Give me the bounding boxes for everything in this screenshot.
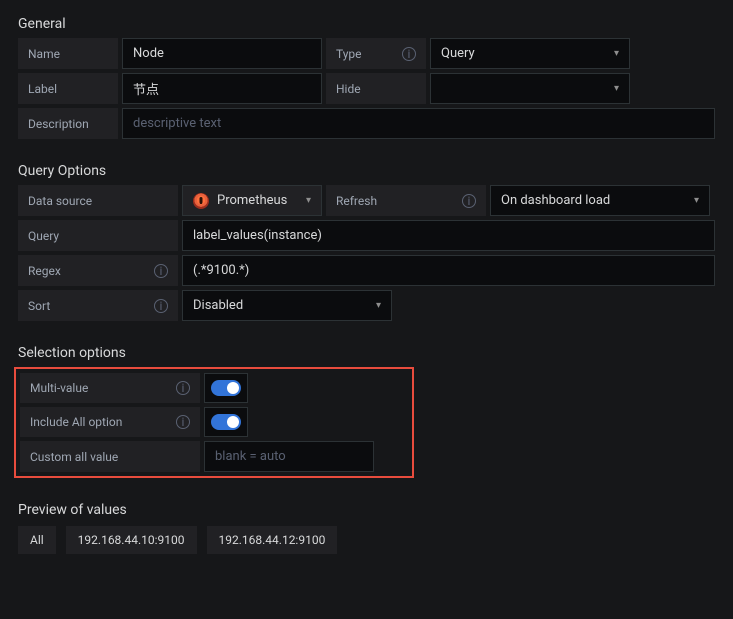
refresh-select[interactable]: On dashboard load ▾ xyxy=(490,185,710,216)
multi-value-toggle[interactable] xyxy=(211,380,241,396)
info-icon[interactable]: i xyxy=(176,381,190,395)
label-sort-text: Sort xyxy=(28,299,50,313)
datasource-select[interactable]: Prometheus ▾ xyxy=(182,185,322,216)
preview-tag[interactable]: 192.168.44.12:9100 xyxy=(207,526,338,554)
include-all-toggle[interactable] xyxy=(211,414,241,430)
multi-value-toggle-cell xyxy=(204,373,248,403)
row-name-type: Name Type i Query ▾ xyxy=(18,38,715,69)
row-label-hide: Label Hide ▾ xyxy=(18,73,715,104)
info-icon[interactable]: i xyxy=(154,299,168,313)
query-input[interactable] xyxy=(182,220,715,251)
description-input[interactable] xyxy=(122,108,715,139)
hide-select[interactable]: ▾ xyxy=(430,73,630,104)
row-description: Description xyxy=(18,108,715,139)
label-sort: Sort i xyxy=(18,290,178,321)
row-sort: Sort i Disabled ▾ xyxy=(18,290,715,321)
label-multi-value-text: Multi-value xyxy=(30,381,88,395)
section-heading-general: General xyxy=(18,16,715,32)
preview-tag[interactable]: All xyxy=(18,526,56,554)
chevron-down-icon: ▾ xyxy=(694,195,699,206)
row-multi-value: Multi-value i xyxy=(20,373,412,403)
datasource-value: Prometheus xyxy=(217,193,298,208)
sort-select-value: Disabled xyxy=(193,298,243,313)
label-regex-text: Regex xyxy=(28,264,61,278)
selection-options-highlight: Multi-value i Include All option i Custo… xyxy=(14,367,414,478)
label-datasource: Data source xyxy=(18,185,178,216)
include-all-toggle-cell xyxy=(204,407,248,437)
label-include-all-text: Include All option xyxy=(30,415,122,429)
info-icon[interactable]: i xyxy=(462,194,476,208)
refresh-select-value: On dashboard load xyxy=(501,193,610,208)
label-hide: Hide xyxy=(326,73,426,104)
preview-tag[interactable]: 192.168.44.10:9100 xyxy=(66,526,197,554)
chevron-down-icon: ▾ xyxy=(614,83,619,94)
info-icon[interactable]: i xyxy=(154,264,168,278)
prometheus-icon xyxy=(193,193,209,209)
label-name: Name xyxy=(18,38,118,69)
chevron-down-icon: ▾ xyxy=(306,195,311,206)
label-description: Description xyxy=(18,108,118,139)
row-custom-all-value: Custom all value xyxy=(20,441,412,472)
row-include-all: Include All option i xyxy=(20,407,412,437)
label-include-all: Include All option i xyxy=(20,407,200,437)
section-heading-preview: Preview of values xyxy=(18,502,715,518)
custom-all-value-input[interactable] xyxy=(204,441,374,472)
type-select[interactable]: Query ▾ xyxy=(430,38,630,69)
row-query: Query xyxy=(18,220,715,251)
label-input[interactable] xyxy=(122,73,322,104)
preview-values: All 192.168.44.10:9100 192.168.44.12:910… xyxy=(18,526,715,554)
label-query: Query xyxy=(18,220,178,251)
regex-input[interactable] xyxy=(182,255,715,286)
section-heading-query-options: Query Options xyxy=(18,163,715,179)
info-icon[interactable]: i xyxy=(402,47,416,61)
label-refresh-text: Refresh xyxy=(336,194,377,208)
chevron-down-icon: ▾ xyxy=(614,48,619,59)
label-type: Type i xyxy=(326,38,426,69)
label-custom-all-value: Custom all value xyxy=(20,441,200,472)
name-input[interactable] xyxy=(122,38,322,69)
row-regex: Regex i xyxy=(18,255,715,286)
sort-select[interactable]: Disabled ▾ xyxy=(182,290,392,321)
toggle-knob xyxy=(227,416,239,428)
toggle-knob xyxy=(227,382,239,394)
label-regex: Regex i xyxy=(18,255,178,286)
label-label: Label xyxy=(18,73,118,104)
section-heading-selection-options: Selection options xyxy=(18,345,715,361)
chevron-down-icon: ▾ xyxy=(376,300,381,311)
label-type-text: Type xyxy=(336,47,362,61)
label-multi-value: Multi-value i xyxy=(20,373,200,403)
row-datasource-refresh: Data source Prometheus ▾ Refresh i On da… xyxy=(18,185,715,216)
info-icon[interactable]: i xyxy=(176,415,190,429)
type-select-value: Query xyxy=(441,46,475,61)
label-refresh: Refresh i xyxy=(326,185,486,216)
